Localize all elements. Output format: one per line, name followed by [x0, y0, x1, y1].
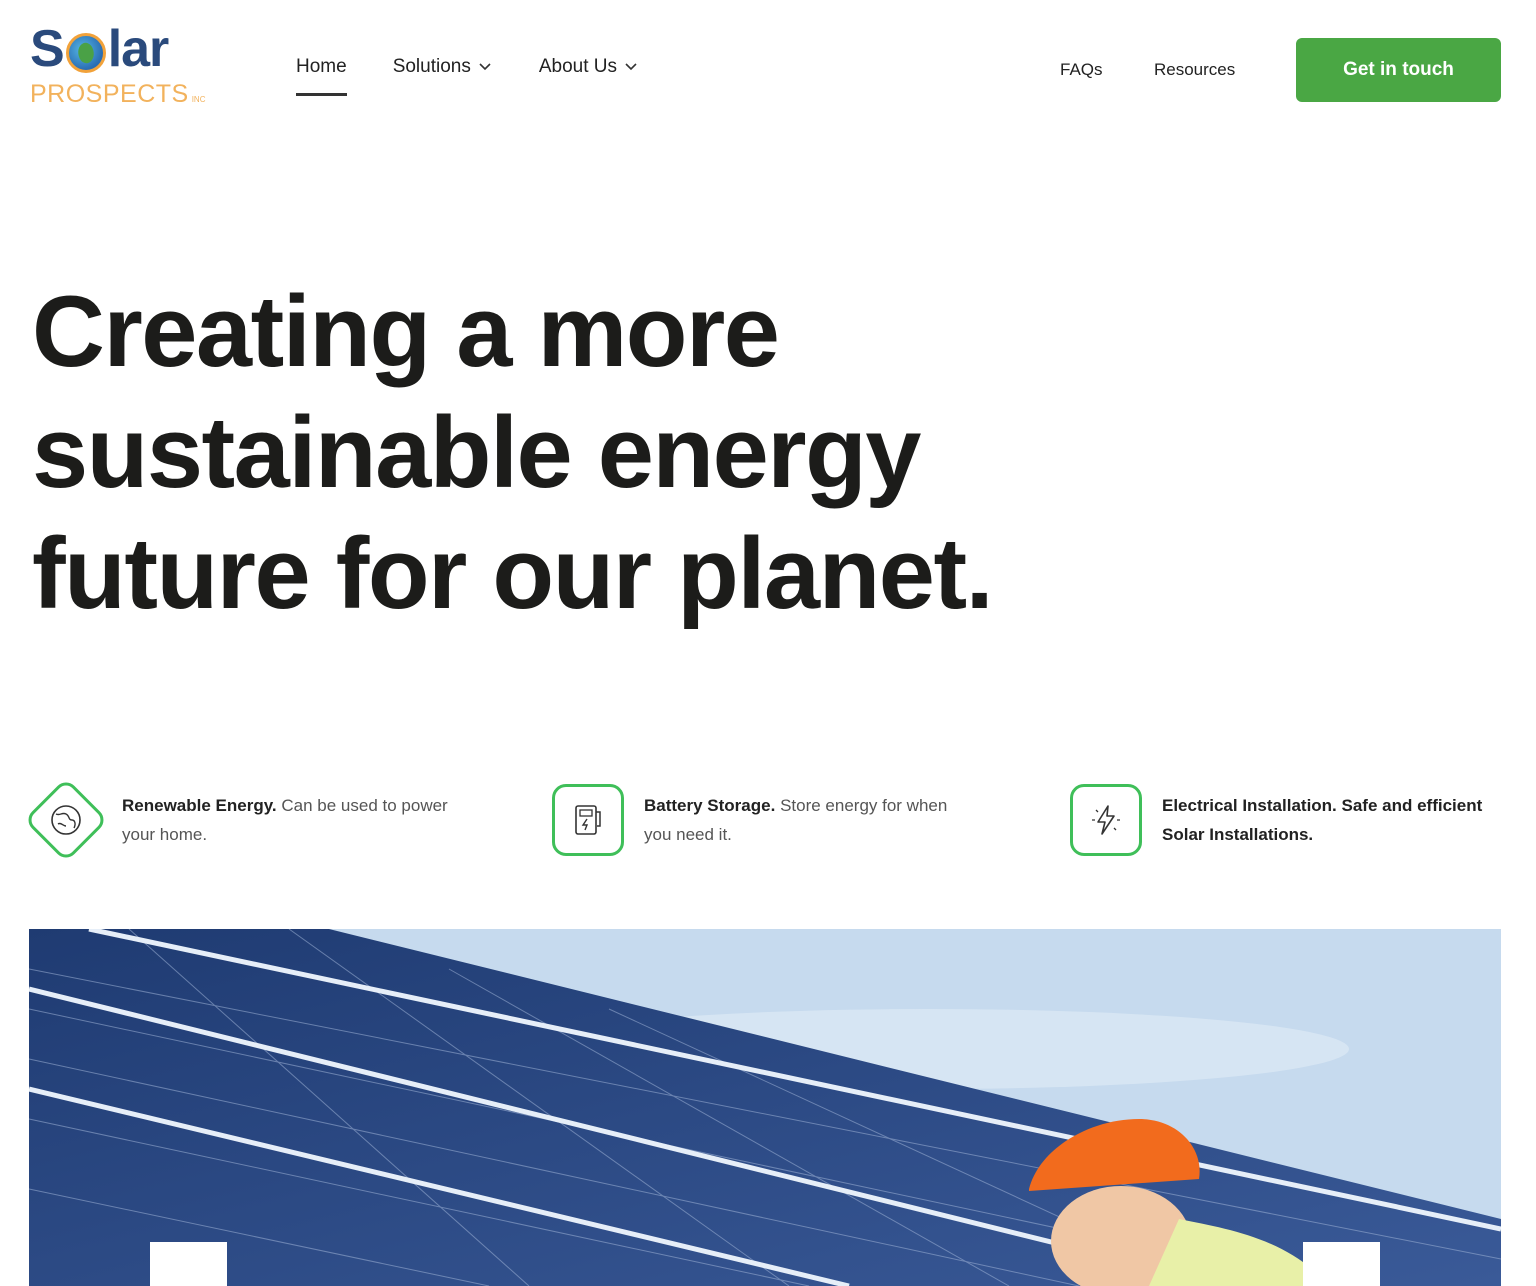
- feature-text: Electrical Installation. Safe and effici…: [1162, 791, 1492, 849]
- logo-word-right: lar: [107, 20, 170, 78]
- page: S lar PROSPECTS INC Home Solutions About…: [0, 0, 1536, 1286]
- hero-image-illustration: [29, 929, 1501, 1286]
- battery-icon: [575, 805, 601, 835]
- logo-mark: S lar: [30, 20, 230, 78]
- chevron-down-icon: [625, 60, 639, 74]
- feature-icon-border: [552, 784, 624, 856]
- hero-image-solar-panels: [29, 929, 1501, 1286]
- feature-icon-frame: [546, 778, 630, 862]
- feature-title: Electrical Installation.: [1162, 796, 1337, 815]
- feature-title: Battery Storage.: [644, 796, 776, 815]
- brand-logo[interactable]: S lar PROSPECTS INC: [30, 20, 230, 120]
- logo-sub: PROSPECTS: [30, 80, 189, 108]
- nav-item-label: Home: [296, 56, 347, 77]
- logo-word-left: S: [30, 20, 65, 78]
- feature-icon-border: [1070, 784, 1142, 856]
- feature-text: Renewable Energy. Can be used to power y…: [122, 791, 452, 849]
- feature-renewable-energy: Renewable Energy. Can be used to power y…: [23, 777, 452, 863]
- get-in-touch-button[interactable]: Get in touch: [1296, 38, 1501, 102]
- feature-battery-storage: Battery Storage. Store energy for when y…: [546, 778, 974, 862]
- hero-title: Creating a more sustainable energy futur…: [32, 276, 994, 630]
- logo-subline: PROSPECTS INC: [30, 80, 230, 108]
- nav-item-about-us[interactable]: About Us: [539, 52, 639, 82]
- feature-icon-frame: [23, 777, 109, 863]
- faqs-link[interactable]: FAQs: [1060, 60, 1103, 80]
- lightning-icon: [1092, 805, 1120, 835]
- logo-inc: INC: [191, 95, 206, 104]
- feature-electrical-installation: Electrical Installation. Safe and effici…: [1064, 778, 1492, 862]
- feature-icon-frame: [1064, 778, 1148, 862]
- chevron-down-icon: [479, 60, 493, 74]
- feature-title: Renewable Energy.: [122, 796, 277, 815]
- globe-icon: [51, 805, 81, 835]
- nav-item-label: About Us: [538, 56, 618, 77]
- nav-item-solutions[interactable]: Solutions: [393, 52, 493, 82]
- nav-item-home[interactable]: Home: [296, 52, 347, 96]
- globe-leaf-icon: [65, 33, 106, 73]
- nav-item-label: Solutions: [392, 56, 471, 77]
- main-nav: Home Solutions About Us: [296, 52, 685, 96]
- resources-link[interactable]: Resources: [1154, 60, 1235, 80]
- feature-icon-border: [23, 777, 109, 863]
- feature-text: Battery Storage. Store energy for when y…: [644, 791, 974, 849]
